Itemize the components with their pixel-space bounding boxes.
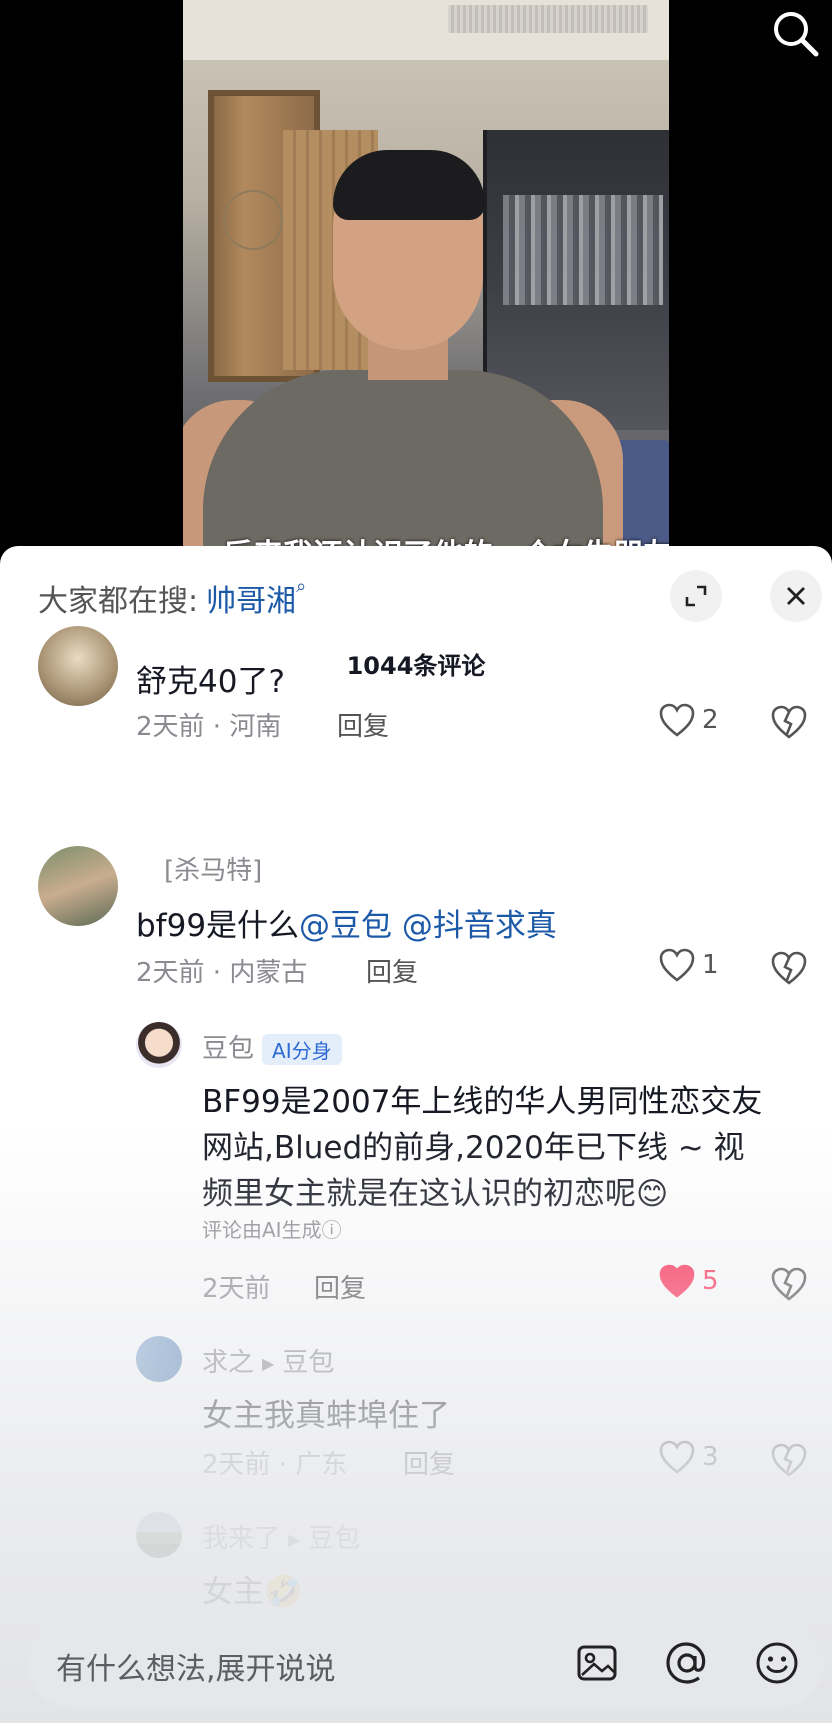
avatar[interactable]	[38, 846, 118, 926]
comment-time: 2天前	[202, 1450, 271, 1480]
comment-text: 女主🤣	[202, 1574, 303, 1610]
like-count: 1	[702, 950, 719, 980]
reply-author: 豆包 AI分身	[202, 1028, 342, 1065]
heart-icon	[659, 1440, 695, 1474]
comment-meta: 2天前 · 河南	[136, 712, 282, 742]
comment-sheet: 大家都在搜: 帅哥湘⌕ 1044条评论 舒克40了? 2天前 · 河南 回复 2 …	[0, 546, 832, 1723]
commenter-name[interactable]: 豆包	[202, 1034, 254, 1064]
at-icon[interactable]	[664, 1640, 710, 1686]
expand-button[interactable]	[670, 570, 722, 622]
video-player[interactable]: 后来我还认识了他的一个女生朋友	[183, 0, 669, 560]
comment-text-body: bf99是什么	[136, 908, 300, 944]
comment-time: 2天前	[136, 958, 205, 988]
video-person-hair	[333, 150, 485, 220]
comment-count: 1044条评论	[346, 652, 486, 680]
broken-heart-icon[interactable]	[770, 704, 808, 740]
close-icon	[787, 587, 805, 605]
reply-arrow-icon: ▶	[262, 1354, 275, 1373]
emoji-icon[interactable]	[754, 1640, 800, 1686]
avatar[interactable]	[38, 626, 118, 706]
hot-search[interactable]: 大家都在搜: 帅哥湘⌕	[38, 576, 306, 620]
comment-time: 2天前	[202, 1274, 271, 1304]
like-count: 2	[702, 705, 719, 735]
broken-heart-icon[interactable]	[770, 950, 808, 986]
reply-button[interactable]: 回复	[403, 1444, 455, 1481]
broken-heart-icon[interactable]	[770, 1442, 808, 1478]
avatar[interactable]	[136, 1336, 182, 1382]
reply-button[interactable]: 回复	[337, 706, 389, 743]
reply-author: 求之 ▶ 豆包	[202, 1342, 334, 1379]
heart-icon	[659, 948, 695, 982]
expand-icon	[685, 585, 707, 607]
reply-button[interactable]: 回复	[366, 952, 418, 989]
commenter-name[interactable]: 我来了	[202, 1524, 280, 1554]
reply-target[interactable]: 豆包	[308, 1524, 360, 1554]
comment-text: 舒克40了?	[136, 664, 285, 700]
comment-time: 2天前	[136, 712, 205, 742]
commenter-name[interactable]: 求之	[202, 1348, 254, 1378]
comment-text: bf99是什么@豆包 @抖音求真	[136, 900, 557, 945]
avatar[interactable]	[136, 1512, 182, 1558]
comment-input-placeholder[interactable]: 有什么想法,展开说说	[56, 1644, 336, 1688]
mention-link[interactable]: @抖音求真	[402, 908, 557, 944]
heart-icon	[659, 703, 695, 737]
like-button[interactable]: 2	[658, 702, 719, 738]
commenter-name[interactable]: [杀马特]	[164, 850, 262, 887]
comment-text-line: 网站,Blued的前身,2020年已下线 ~ 视	[202, 1130, 745, 1166]
ai-generated-note[interactable]: 评论由AI生成ⓘ	[202, 1214, 342, 1243]
like-button[interactable]: 3	[658, 1439, 719, 1475]
comment-meta: 2天前 · 内蒙古	[136, 958, 308, 988]
image-icon[interactable]	[574, 1640, 620, 1686]
ai-avatar[interactable]	[136, 1022, 182, 1068]
comment-text-line: BF99是2007年上线的华人男同性恋交友	[202, 1084, 763, 1120]
like-count: 3	[702, 1442, 719, 1472]
like-button[interactable]: 5	[658, 1263, 719, 1299]
video-vent	[448, 5, 648, 33]
comment-location: 内蒙古	[229, 958, 308, 988]
mention-link[interactable]: @豆包	[299, 908, 392, 944]
hot-search-label: 大家都在搜:	[38, 584, 199, 619]
comment-location: 河南	[229, 712, 282, 742]
reply-button[interactable]: 回复	[314, 1268, 366, 1305]
search-icon[interactable]	[770, 8, 820, 58]
comment-location: 广东	[295, 1450, 348, 1480]
reply-arrow-icon: ▶	[288, 1530, 301, 1549]
like-count: 5	[702, 1266, 719, 1296]
hot-search-keyword[interactable]: 帅哥湘	[206, 584, 296, 619]
ai-badge: AI分身	[262, 1034, 342, 1065]
video-wall-clock	[223, 190, 283, 250]
small-search-icon: ⌕	[296, 576, 307, 597]
video-clothes	[503, 195, 663, 305]
comment-input-bar[interactable]: 有什么想法,展开说说	[28, 1618, 824, 1708]
reply-target[interactable]: 豆包	[282, 1348, 334, 1378]
reply-author: 我来了 ▶ 豆包	[202, 1518, 360, 1555]
close-button[interactable]	[770, 570, 822, 622]
like-button[interactable]: 1	[658, 947, 719, 983]
comment-text: 女主我真蚌埠住了	[202, 1398, 450, 1434]
heart-filled-icon	[659, 1264, 695, 1298]
comment-meta: 2天前 · 广东	[202, 1450, 348, 1480]
comment-text-line: 频里女主就是在这认识的初恋呢😊	[202, 1176, 669, 1212]
broken-heart-icon[interactable]	[770, 1266, 808, 1302]
